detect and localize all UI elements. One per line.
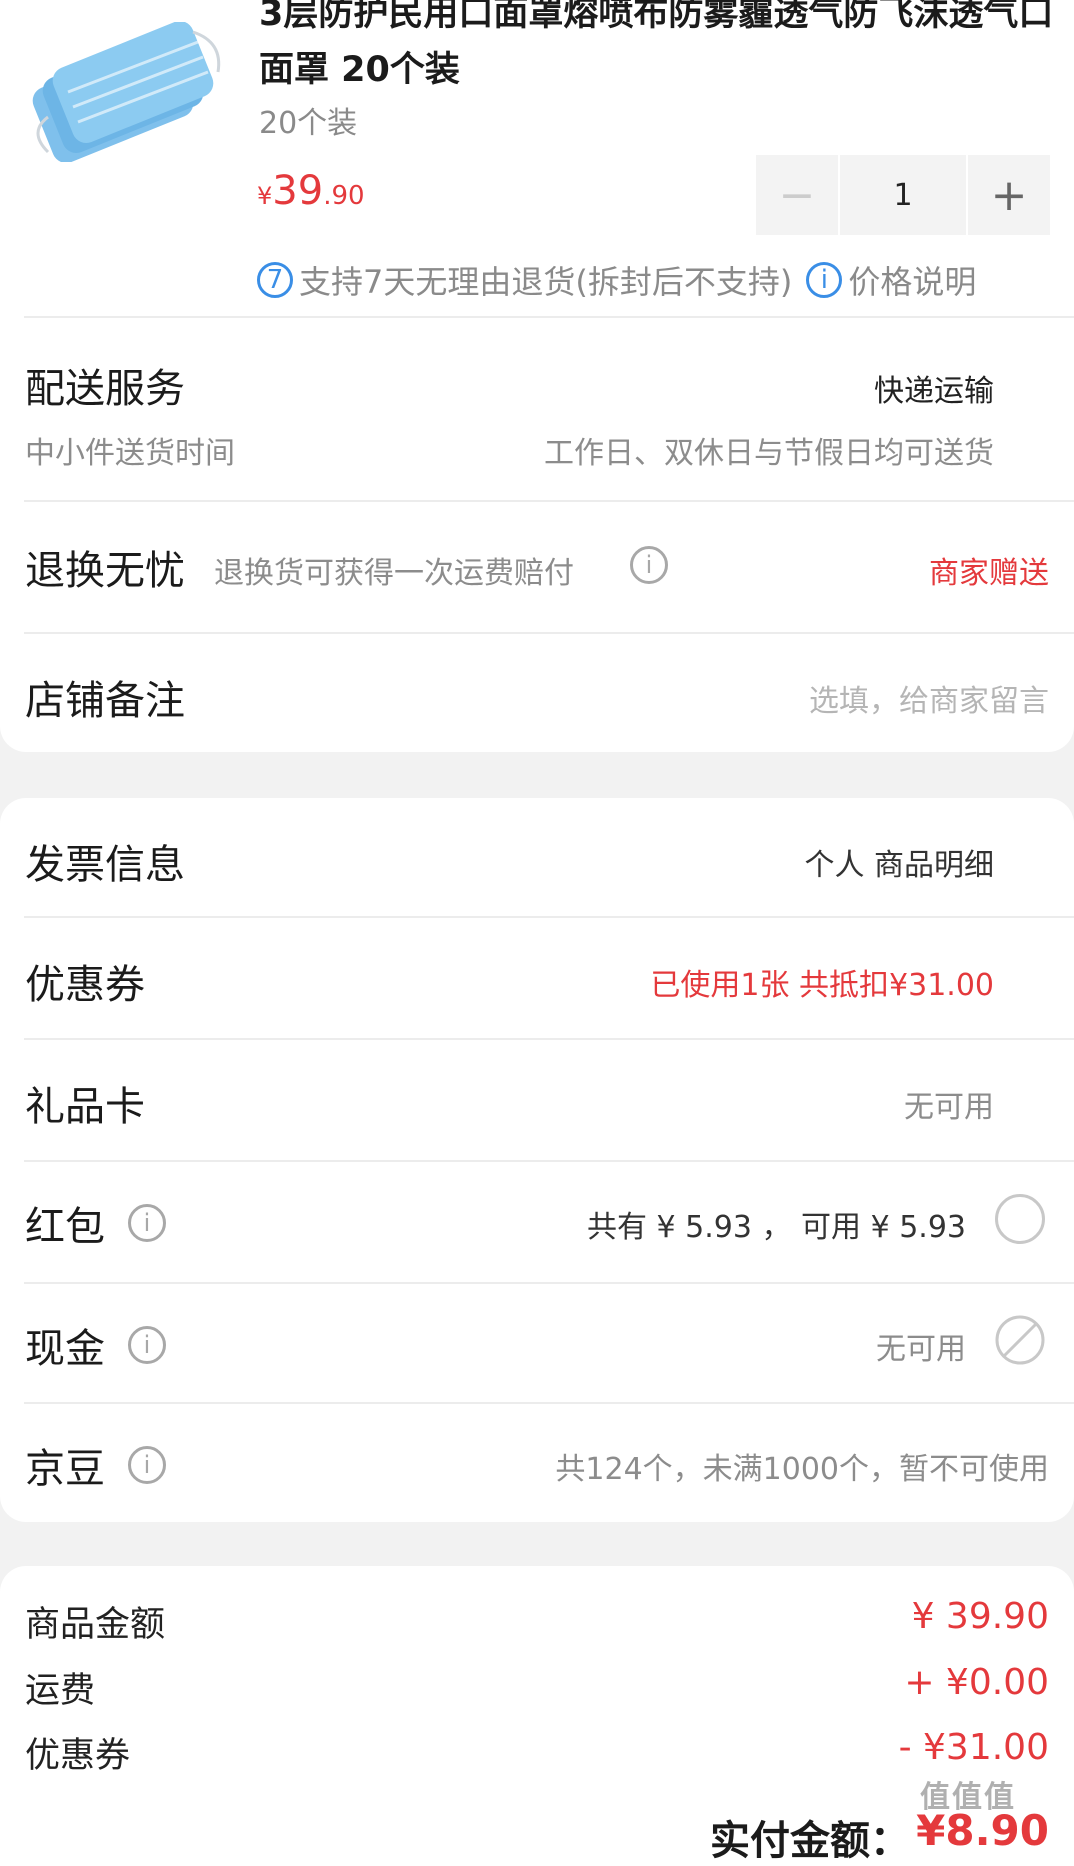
coupon-summary-value: - ¥31.00 (898, 1727, 1049, 1768)
quantity-stepper: − 1 + (756, 155, 1050, 235)
cash-title: 现金 (25, 1326, 105, 1372)
coupon-value[interactable]: 已使用1张 共抵扣¥31.00 (650, 960, 994, 1004)
product-title[interactable]: 3层防护民用口面罩熔喷布防雾霾透气防飞沫透气口面罩 20个装 (259, 0, 1059, 98)
price-currency: ¥ (257, 182, 273, 210)
cash-value: 无可用 (876, 1332, 966, 1367)
divider (24, 1282, 1074, 1284)
return-worry-value: 商家赠送 (929, 556, 1049, 591)
jd-beans-title: 京豆 (25, 1446, 105, 1492)
seven-day-return-icon: 7 (257, 262, 293, 298)
return-worry-desc: 退换货可获得一次运费赔付 (214, 556, 574, 591)
coupon-title: 优惠券 (25, 962, 145, 1008)
shipping-label: 运费 (25, 1671, 96, 1711)
divider (24, 1160, 1074, 1162)
invoice-title: 发票信息 (25, 842, 185, 888)
price-info-icon[interactable]: i (806, 262, 843, 298)
divider (24, 316, 1074, 318)
red-packet-radio[interactable] (995, 1194, 1045, 1244)
price-integer: 39 (272, 168, 324, 214)
red-packet-title: 红包 (25, 1204, 105, 1250)
divider (24, 500, 1074, 502)
price-decimal: .90 (323, 181, 365, 211)
gift-card-value[interactable]: 无可用 (904, 1082, 994, 1126)
store-note-title: 店铺备注 (25, 678, 185, 724)
price-note-link[interactable]: 价格说明 (848, 257, 976, 303)
delivery-method[interactable]: 快递运输 (874, 366, 994, 410)
store-note-input[interactable]: 选填，给商家留言 (809, 676, 1049, 720)
payment-options-card: 发票信息 个人 商品明细 优惠券 已使用1张 共抵扣¥31.00 礼品卡 无可用… (0, 798, 1074, 1522)
gift-card-title: 礼品卡 (25, 1084, 145, 1130)
info-icon[interactable]: i (128, 1204, 166, 1242)
invoice-value[interactable]: 个人 商品明细 (804, 840, 994, 884)
product-image[interactable] (28, 22, 228, 162)
watermark-logo: 值值值 (920, 1780, 1016, 1815)
delivery-time-label: 中小件送货时间 (25, 436, 235, 471)
delivery-title: 配送服务 (25, 366, 185, 412)
goods-amount-value: ¥ 39.90 (911, 1596, 1049, 1637)
return-policy-text: 支持7天无理由退货(拆封后不支持) (299, 263, 793, 301)
divider (24, 632, 1074, 634)
info-icon[interactable]: i (630, 546, 668, 584)
increase-button[interactable]: + (968, 155, 1050, 235)
decrease-button[interactable]: − (756, 155, 838, 235)
disabled-icon (995, 1315, 1045, 1365)
goods-amount-label: 商品金额 (25, 1605, 166, 1645)
red-packet-value: 共有 ¥ 5.93 ， 可用 ¥ 5.93 (587, 1210, 966, 1245)
divider (24, 1038, 1074, 1040)
return-worry-title: 退换无忧 (25, 548, 185, 594)
product-price: ¥39.90 (257, 168, 365, 214)
paid-amount-label: 实付金额： (710, 1818, 910, 1864)
delivery-time-value: 工作日、双休日与节假日均可送货 (544, 436, 994, 471)
quantity-value[interactable]: 1 (840, 155, 966, 235)
product-card: 3层防护民用口面罩熔喷布防雾霾透气防飞沫透气口面罩 20个装 20个装 ¥39.… (0, 0, 1074, 752)
service-badges: 7 支持7天无理由退货(拆封后不支持) i 价格说明 (257, 257, 976, 303)
order-summary-card: 商品金额 ¥ 39.90 运费 + ¥0.00 优惠券 - ¥31.00 实付金… (0, 1566, 1074, 1866)
coupon-summary-label: 优惠券 (25, 1736, 131, 1776)
product-spec: 20个装 (259, 106, 358, 141)
info-icon[interactable]: i (128, 1446, 166, 1484)
info-icon[interactable]: i (128, 1326, 166, 1364)
jd-beans-value: 共124个，未满1000个，暂不可使用 (555, 1452, 1049, 1487)
divider (24, 1402, 1074, 1404)
shipping-value: + ¥0.00 (904, 1662, 1049, 1703)
divider (24, 916, 1074, 918)
